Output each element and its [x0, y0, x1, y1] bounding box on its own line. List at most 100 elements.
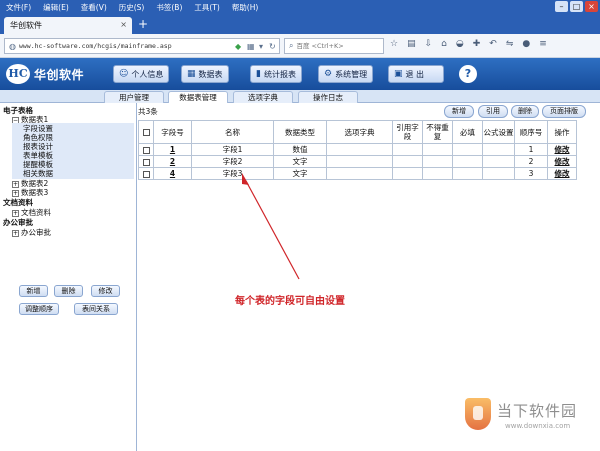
menu-view[interactable]: 查看(V) [75, 2, 113, 13]
sync-icon[interactable]: ⇋ [506, 39, 514, 49]
star-icon[interactable]: ☆ [390, 39, 398, 49]
browser-tabstrip: 华创软件 × + [0, 14, 600, 34]
menu-icon[interactable]: ≡ [539, 39, 547, 49]
row-checkbox[interactable] [142, 170, 150, 178]
logo-text: 华创软件 [34, 67, 85, 82]
menu-tools[interactable]: 工具(T) [188, 2, 225, 13]
edit-link[interactable]: 修改 [547, 143, 577, 156]
datatable-label: 数据表 [198, 69, 223, 79]
edit-link[interactable]: 修改 [547, 167, 577, 180]
delete-field-button[interactable]: 删除 [511, 105, 539, 118]
sidebar: 电子表格 − 数据表1 字段设置 角色权限 报表设计 表单模板 提醒模板 相关数据… [0, 103, 137, 451]
chart-icon: ▮ [256, 69, 261, 79]
col-formula: 公式设置 [482, 120, 515, 144]
col-ref-field: 引用字段 [392, 120, 423, 144]
system-button[interactable]: ⚙ 系统管理 [318, 65, 374, 83]
field-type: 文字 [273, 155, 327, 168]
maximize-icon[interactable]: □ [570, 1, 583, 12]
col-order: 顺序号 [514, 120, 548, 144]
sub-tabs: 用户管理 数据表管理 选项字典 操作日志 [0, 90, 600, 103]
field-required [452, 143, 483, 156]
select-all-checkbox[interactable] [142, 129, 150, 136]
personal-info-button[interactable]: ☺ 个人信息 [113, 65, 170, 83]
new-tab-icon[interactable]: + [138, 17, 148, 31]
gear-icon: ⚙ [324, 69, 333, 79]
expand-icon[interactable]: + [12, 229, 19, 237]
sidebar-reorder-button[interactable]: 调整顺序 [19, 303, 59, 315]
page-layout-button[interactable]: 页面排版 [542, 105, 586, 118]
close-icon[interactable]: × [585, 1, 598, 12]
sidebar-delete-button[interactable]: 删除 [54, 285, 83, 297]
col-required: 必填 [452, 120, 483, 144]
expand-icon[interactable]: + [12, 189, 19, 197]
row-checkbox-cell [138, 155, 154, 168]
edit-link[interactable]: 修改 [547, 155, 577, 168]
menu-history[interactable]: 历史(S) [113, 2, 151, 13]
tab-title: 华创软件 [10, 21, 42, 30]
field-formula [482, 143, 515, 156]
menu-file[interactable]: 文件(F) [0, 2, 37, 13]
help-button[interactable]: ? [459, 65, 477, 83]
field-order: 2 [514, 155, 548, 168]
address-bar[interactable]: ◍ www.hc-software.com/hcgis/mainframe.as… [4, 38, 280, 54]
reference-button[interactable]: 引用 [478, 105, 508, 118]
reload-icon[interactable]: ↻ [269, 42, 276, 51]
sidebar-edit-button[interactable]: 修改 [91, 285, 120, 297]
back-icon[interactable]: ↶ [489, 39, 497, 49]
table-row: 1 字段1 数值 1 修改 [138, 143, 577, 156]
tab-user-management[interactable]: 用户管理 [104, 91, 164, 103]
menu-help[interactable]: 帮助(H) [226, 2, 265, 13]
sidebar-relation-button[interactable]: 表间关系 [74, 303, 118, 315]
tab-option-dict[interactable]: 选项字典 [233, 91, 293, 103]
field-required [452, 167, 483, 180]
table-row: 4 字段3 文字 3 修改 [138, 167, 577, 180]
dropdown-icon[interactable]: ▾ [259, 42, 263, 51]
shield-icon: ◆ [235, 41, 242, 51]
menu-bookmarks[interactable]: 书签(B) [150, 2, 188, 13]
expand-icon[interactable]: + [12, 209, 19, 217]
tab-operation-log[interactable]: 操作日志 [298, 91, 358, 103]
tab-datatable-management[interactable]: 数据表管理 [168, 91, 228, 103]
field-no-link[interactable]: 1 [153, 143, 192, 156]
window-controls: – □ × [555, 1, 598, 12]
watermark-text: 当下软件园 [497, 402, 578, 420]
report-button[interactable]: ▮ 统计报表 [250, 65, 302, 83]
search-input[interactable] [296, 42, 377, 50]
chat-icon[interactable]: ● [522, 39, 530, 49]
col-dict: 选项字典 [326, 120, 393, 144]
watermark-logo-icon [465, 398, 491, 430]
home-icon[interactable]: ⌂ [441, 39, 447, 49]
browser-tab[interactable]: 华创软件 × [4, 17, 132, 34]
exit-icon: ▣ [394, 69, 403, 79]
tab-close-icon[interactable]: × [120, 20, 127, 29]
app-logo: HC 华创软件 [6, 64, 84, 84]
user-icon: ☺ [119, 69, 129, 79]
field-order: 1 [514, 143, 548, 156]
sidebar-add-button[interactable]: 新增 [19, 285, 48, 297]
personal-info-label: 个人信息 [131, 69, 164, 79]
datatable-button[interactable]: ▦ 数据表 [181, 65, 229, 83]
menu-edit[interactable]: 编辑(E) [37, 2, 75, 13]
extension-icon[interactable]: ✚ [473, 39, 481, 49]
globe-icon: ◍ [9, 41, 16, 51]
download-icon[interactable]: ⇩ [425, 39, 433, 49]
reading-list-icon[interactable]: ▤ [407, 39, 416, 49]
add-field-button[interactable]: 新增 [444, 105, 474, 118]
row-checkbox-cell [138, 143, 154, 156]
field-no-link[interactable]: 2 [153, 155, 192, 168]
exit-button[interactable]: ▣ 退 出 [388, 65, 444, 83]
row-checkbox-cell [138, 167, 154, 180]
tree-node-office[interactable]: + 办公审批 [12, 227, 51, 238]
row-checkbox[interactable] [142, 158, 150, 166]
field-no-link[interactable]: 4 [153, 167, 192, 180]
row-checkbox[interactable] [142, 146, 150, 154]
minimize-icon[interactable]: – [555, 1, 568, 12]
col-field-no: 字段号 [153, 120, 192, 144]
search-box[interactable]: ⌕ [284, 38, 384, 54]
select-all-header [138, 120, 154, 144]
tree-label: 办公审批 [21, 228, 51, 237]
col-name: 名称 [191, 120, 274, 144]
report-label: 统计报表 [263, 69, 296, 79]
pocket-icon[interactable]: ◒ [456, 39, 464, 49]
qr-icon[interactable]: ▦ [247, 42, 255, 51]
